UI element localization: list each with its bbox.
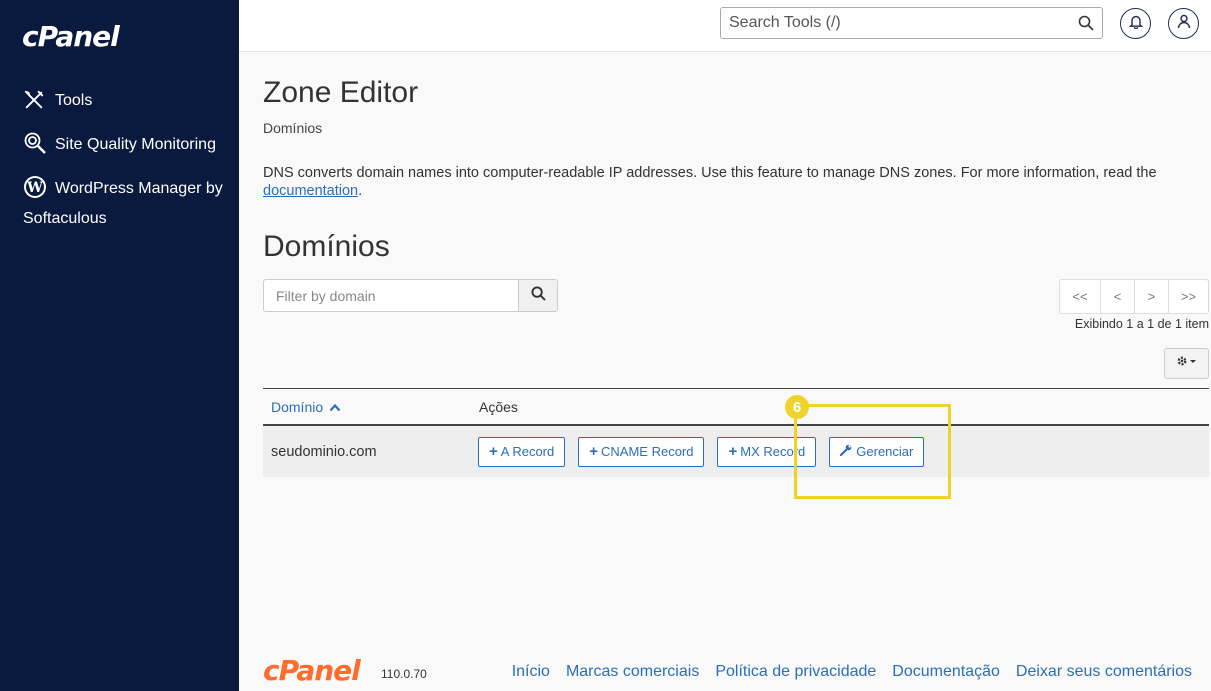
add-a-record-button[interactable]: + A Record — [478, 436, 566, 467]
button-label: CNAME Record — [601, 444, 694, 459]
pagination: << < > >> — [1059, 279, 1209, 314]
wordpress-icon: W — [23, 175, 47, 199]
footer-cpanel-logo: cPanel — [263, 654, 361, 687]
pager-prev-button[interactable]: < — [1100, 280, 1134, 313]
footer-link-privacy[interactable]: Política de privacidade — [715, 663, 876, 681]
pager-first-button[interactable]: << — [1060, 280, 1100, 313]
column-label: Domínio — [271, 398, 324, 415]
tools-icon — [23, 89, 47, 113]
sidebar-item-label: WordPress Manager by Softaculous — [23, 180, 223, 227]
plus-icon: + — [589, 443, 599, 460]
add-cname-record-button[interactable]: + CNAME Record — [578, 436, 705, 467]
filter-search-button[interactable] — [518, 280, 557, 311]
table-header: Domínio Ações — [263, 388, 1209, 426]
settings-dropdown-button[interactable] — [1164, 348, 1209, 379]
footer-link-documentation[interactable]: Documentação — [892, 663, 1000, 681]
sidebar: cPanel Tools Site Quality Monitoring W W… — [0, 0, 239, 691]
page-description: DNS converts domain names into computer-… — [263, 164, 1203, 200]
notifications-button[interactable] — [1120, 8, 1151, 39]
sidebar-item-tools[interactable]: Tools — [23, 86, 223, 116]
footer-links: Início Marcas comerciais Política de pri… — [512, 663, 1192, 681]
user-icon — [1177, 14, 1191, 34]
domain-filter — [263, 279, 558, 312]
pager-last-button[interactable]: >> — [1168, 280, 1208, 313]
page-title: Zone Editor — [263, 76, 419, 109]
top-bar — [239, 0, 1211, 52]
user-menu-button[interactable] — [1168, 8, 1199, 39]
button-label: A Record — [500, 444, 555, 459]
sidebar-item-wordpress[interactable]: W WordPress Manager by Softaculous — [23, 174, 223, 234]
magnifier-icon — [23, 131, 47, 155]
footer-link-trademarks[interactable]: Marcas comerciais — [566, 663, 699, 681]
footer-link-feedback[interactable]: Deixar seus comentários — [1016, 663, 1192, 681]
sidebar-item-label: Tools — [55, 92, 93, 109]
documentation-link[interactable]: documentation — [263, 183, 358, 199]
description-text: DNS converts domain names into computer-… — [263, 165, 1157, 181]
domains-table: Domínio Ações seudominio.com + A Record +… — [263, 388, 1209, 477]
breadcrumb: Domínios — [263, 120, 323, 136]
description-end: . — [358, 183, 363, 199]
sidebar-nav: Tools Site Quality Monitoring W WordPres… — [23, 86, 223, 248]
filter-input[interactable] — [264, 280, 519, 311]
plus-icon: + — [728, 443, 738, 460]
domain-cell: seudominio.com — [271, 443, 377, 460]
search-icon[interactable] — [1078, 15, 1094, 36]
step-highlight-box — [794, 404, 951, 499]
footer-link-home[interactable]: Início — [512, 663, 550, 681]
search-input[interactable] — [721, 8, 1061, 38]
cpanel-logo[interactable]: cPanel — [22, 20, 120, 53]
sidebar-item-label: Site Quality Monitoring — [55, 136, 216, 153]
step-badge: 6 — [785, 395, 809, 419]
column-domain-header[interactable]: Domínio — [263, 399, 479, 415]
search-icon — [531, 285, 546, 306]
bell-icon — [1128, 14, 1143, 34]
section-title: Domínios — [263, 230, 390, 263]
table-row: seudominio.com + A Record + CNAME Record +… — [263, 426, 1209, 477]
sort-ascending-icon — [327, 399, 341, 415]
version-label: 110.0.70 — [381, 667, 427, 681]
search-box — [720, 7, 1103, 39]
column-actions-header: Ações — [479, 398, 518, 415]
plus-icon: + — [489, 443, 498, 460]
results-count: Exibindo 1 a 1 de 1 item — [1074, 317, 1209, 331]
svg-text:W: W — [26, 180, 43, 196]
gear-icon — [1176, 354, 1198, 373]
pager-next-button[interactable]: > — [1134, 280, 1168, 313]
sidebar-item-site-quality[interactable]: Site Quality Monitoring — [23, 130, 223, 160]
